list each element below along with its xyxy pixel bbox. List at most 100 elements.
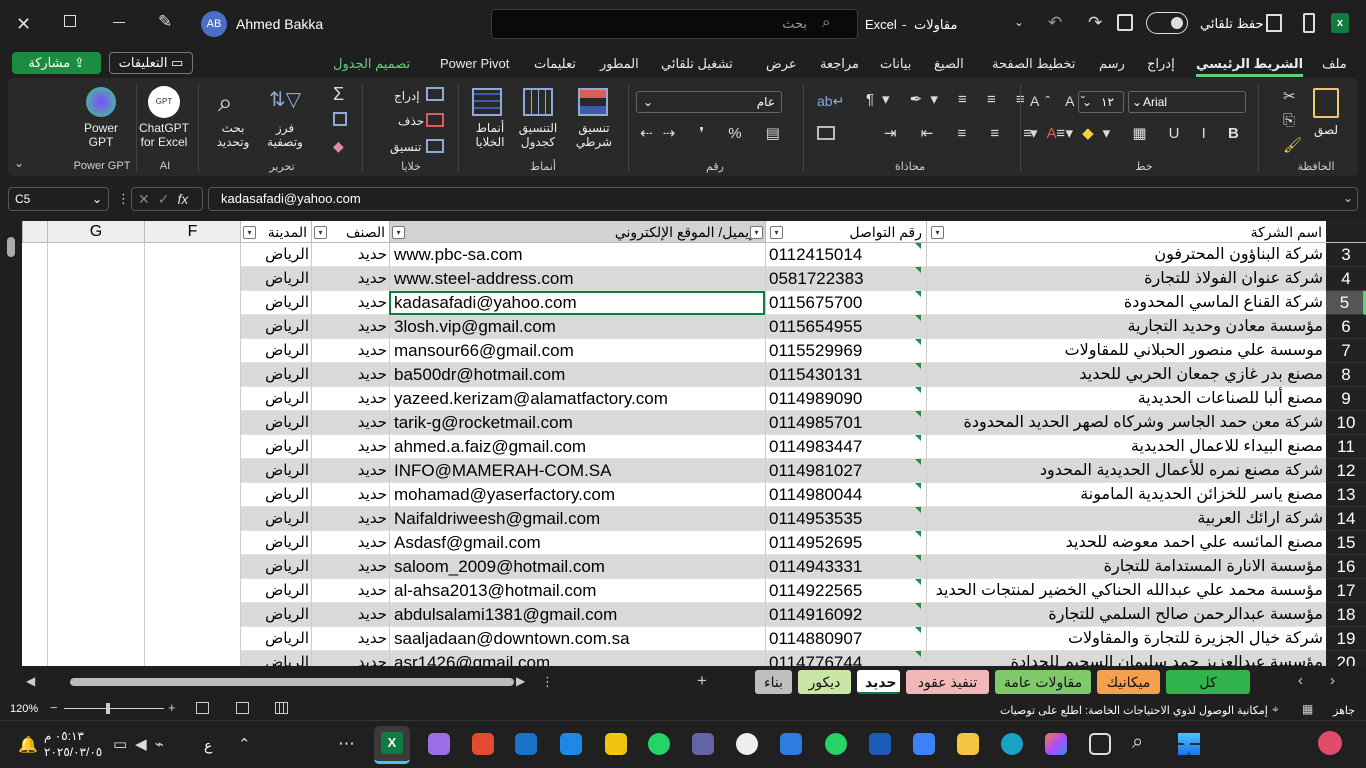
save-icon[interactable] bbox=[1117, 14, 1133, 31]
cell-g[interactable] bbox=[47, 363, 144, 387]
cell-company[interactable]: مصنع ياسر للخزائن الحديدية المامونة bbox=[926, 483, 1326, 507]
tab-developer[interactable]: المطور bbox=[600, 56, 639, 72]
sheet-tabs-more-icon[interactable]: ⋮ bbox=[541, 674, 554, 690]
cell-city[interactable]: الرياض bbox=[240, 627, 311, 651]
cell-f[interactable] bbox=[144, 507, 240, 531]
row-header[interactable]: 9 bbox=[1326, 387, 1366, 411]
cell-f[interactable] bbox=[144, 291, 240, 315]
system-tray-icons[interactable]: ▭◀⌁ bbox=[113, 735, 172, 753]
cell-h[interactable] bbox=[22, 555, 47, 579]
clear-icon[interactable]: ◆ bbox=[333, 138, 344, 155]
cell-category[interactable]: حديد bbox=[311, 435, 389, 459]
edge-icon[interactable] bbox=[1001, 733, 1023, 755]
row-header[interactable]: 12 bbox=[1326, 459, 1366, 483]
cell-company[interactable]: مصنع البيداء للاعمال الحديدية bbox=[926, 435, 1326, 459]
cell-category[interactable]: حديد bbox=[311, 315, 389, 339]
filter-icon[interactable]: ▾ bbox=[243, 226, 256, 239]
zoom-level[interactable]: 120% bbox=[10, 703, 38, 715]
cell-f[interactable] bbox=[144, 411, 240, 435]
clock-date[interactable]: ٢٠٢٥/٠٣/٠٥ bbox=[44, 745, 102, 759]
cell-h[interactable] bbox=[22, 291, 47, 315]
cell-category[interactable]: حديد bbox=[311, 387, 389, 411]
cell-email[interactable]: tarik-g@rocketmail.com bbox=[389, 411, 765, 435]
cell-g[interactable] bbox=[47, 483, 144, 507]
cell-h[interactable] bbox=[22, 579, 47, 603]
font-grow-shrink[interactable]: Aˆ Aˇ bbox=[1030, 93, 1091, 109]
cell-phone[interactable]: 0114880907 bbox=[765, 627, 926, 651]
expand-formula-icon[interactable]: ⌄ bbox=[1343, 191, 1353, 205]
number-format-select[interactable]: عام ⌄ bbox=[636, 91, 782, 113]
filter-icon[interactable]: ▾ bbox=[750, 226, 763, 239]
cell-h[interactable] bbox=[22, 315, 47, 339]
tab-formulas[interactable]: الصيغ bbox=[934, 56, 964, 72]
cell-category[interactable]: حديد bbox=[311, 411, 389, 435]
zoom-in-button[interactable]: + bbox=[168, 700, 176, 715]
format-as-table-button[interactable]: التنسيق كجدول bbox=[514, 121, 562, 149]
delete-cells-button[interactable]: حذف bbox=[398, 114, 424, 128]
scroll-left-icon[interactable]: ◀ bbox=[26, 674, 35, 688]
column-header-h[interactable] bbox=[22, 221, 47, 243]
cell-styles-button[interactable]: أنماط الخلايا bbox=[470, 121, 510, 149]
cell-phone[interactable]: 0114985701 bbox=[765, 411, 926, 435]
row-header[interactable]: 4 bbox=[1326, 267, 1366, 291]
copilot-icon[interactable] bbox=[1045, 733, 1067, 755]
cell-email[interactable]: al-ahsa2013@hotmail.com bbox=[389, 579, 765, 603]
cell-g[interactable] bbox=[47, 435, 144, 459]
cell-f[interactable] bbox=[144, 267, 240, 291]
filter-icon[interactable]: ▾ bbox=[770, 226, 783, 239]
more-icon[interactable]: ⋮ bbox=[117, 191, 130, 207]
alignment-buttons[interactable]: ¶▾ ✒▾ ≡ ≡ ≡ bbox=[866, 90, 1033, 108]
name-box[interactable]: C5 ⌄ bbox=[8, 187, 109, 211]
cell-g[interactable] bbox=[47, 651, 144, 666]
cell-phone[interactable]: 0114922565 bbox=[765, 579, 926, 603]
cell-company[interactable]: شركة مصنع نمره للأعمال الحديدية المحدود bbox=[926, 459, 1326, 483]
cell-email[interactable]: saaljadaan@downtown.com.sa bbox=[389, 627, 765, 651]
cell-f[interactable] bbox=[144, 363, 240, 387]
widgets-icon[interactable] bbox=[1318, 731, 1342, 755]
task-view-icon[interactable] bbox=[1089, 733, 1111, 755]
share-button[interactable]: مشاركة ⇪ bbox=[12, 52, 101, 74]
cell-category[interactable]: حديد bbox=[311, 267, 389, 291]
close-icon[interactable]: ✕ bbox=[16, 14, 31, 35]
outlook-icon[interactable] bbox=[515, 733, 537, 755]
cell-g[interactable] bbox=[47, 243, 144, 267]
tab-table-design[interactable]: تصميم الجدول bbox=[333, 56, 410, 72]
cell-email[interactable]: mansour66@gmail.com bbox=[389, 339, 765, 363]
cell-h[interactable] bbox=[22, 267, 47, 291]
cell-category[interactable]: حديد bbox=[311, 627, 389, 651]
cell-city[interactable]: الرياض bbox=[240, 339, 311, 363]
cell-city[interactable]: الرياض bbox=[240, 459, 311, 483]
page-break-view-icon[interactable] bbox=[196, 702, 209, 714]
row-header[interactable]: 14 bbox=[1326, 507, 1366, 531]
cell-phone[interactable]: 0115430131 bbox=[765, 363, 926, 387]
file-explorer-icon[interactable] bbox=[957, 733, 979, 755]
conditional-format-button[interactable]: تنسيق شرطي bbox=[570, 121, 618, 149]
zoom-slider[interactable] bbox=[64, 708, 164, 709]
accessibility-status[interactable]: إمكانية الوصول لذوي الاحتياجات الخاصة: ا… bbox=[1000, 704, 1268, 717]
whatsapp-desktop-icon[interactable] bbox=[825, 733, 847, 755]
row-header[interactable]: 20 bbox=[1326, 651, 1366, 666]
row-header[interactable]: 16 bbox=[1326, 555, 1366, 579]
cell-company[interactable]: شركة القناع الماسي المحدودة bbox=[926, 291, 1326, 315]
cell-h[interactable] bbox=[22, 603, 47, 627]
cell-category[interactable]: حديد bbox=[311, 555, 389, 579]
cell-phone[interactable]: 0112415014 bbox=[765, 243, 926, 267]
chevron-down-icon[interactable]: ⌄ bbox=[1014, 15, 1024, 29]
cell-city[interactable]: الرياض bbox=[240, 651, 311, 666]
cell-company[interactable]: مؤسسة الانارة المستدامة للتجارة bbox=[926, 555, 1326, 579]
minimize-icon[interactable] bbox=[113, 22, 125, 23]
formula-input[interactable]: kadasafadi@yahoo.com bbox=[208, 187, 1358, 211]
cell-f[interactable] bbox=[144, 555, 240, 579]
cell-g[interactable] bbox=[47, 459, 144, 483]
cell-email[interactable]: 3losh.vip@gmail.com bbox=[389, 315, 765, 339]
taskbar-search-icon[interactable]: ⌕ bbox=[1132, 731, 1143, 754]
cell-f[interactable] bbox=[144, 531, 240, 555]
cell-city[interactable]: الرياض bbox=[240, 363, 311, 387]
formula-actions[interactable]: ✕✓fx bbox=[131, 187, 203, 211]
tab-power-pivot[interactable]: Power Pivot bbox=[440, 56, 509, 71]
normal-view-icon[interactable] bbox=[275, 702, 288, 714]
cell-f[interactable] bbox=[144, 435, 240, 459]
cell-category[interactable]: حديد bbox=[311, 531, 389, 555]
cell-email[interactable]: www.steel-address.com bbox=[389, 267, 765, 291]
ribbon-collapse-icon[interactable]: ⌄ bbox=[14, 156, 24, 170]
